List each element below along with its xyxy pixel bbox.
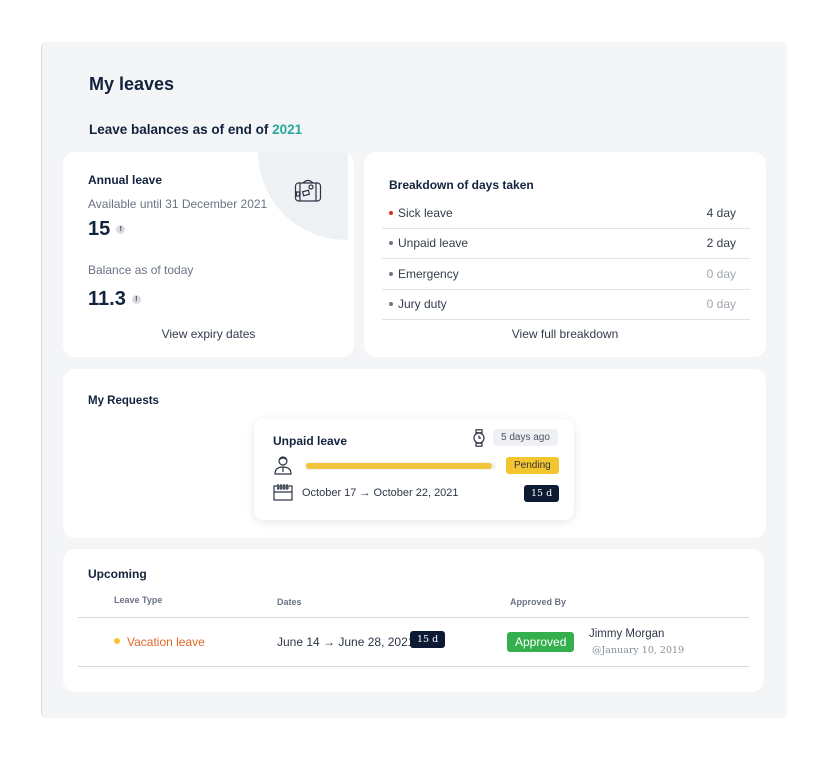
available-value: 15 (88, 218, 111, 240)
dates-cell: June 14 → June 28, 2021 (277, 635, 415, 649)
watch-icon (473, 429, 485, 447)
balance-value-row: 11.3 ! (88, 288, 141, 311)
balances-subtitle: Leave balances as of end of 2021 (89, 122, 302, 137)
available-value-row: 15 ! (88, 218, 126, 241)
my-requests-title: My Requests (88, 395, 159, 407)
time-ago-badge: 5 days ago (493, 429, 558, 446)
breakdown-label-group: Jury duty (389, 297, 447, 311)
breakdown-row: Sick leave 4 day (382, 198, 750, 229)
approved-status-badge: Approved (507, 632, 575, 652)
request-card[interactable]: Unpaid leave 5 days ago Pending October … (254, 419, 574, 520)
breakdown-label: Jury duty (398, 297, 447, 312)
breakdown-label-group: Unpaid leave (389, 236, 468, 250)
breakdown-row: Jury duty 0 day (382, 290, 750, 320)
column-header-dates: Dates (277, 597, 302, 607)
upcoming-title: Upcoming (88, 567, 147, 581)
breakdown-label: Sick leave (398, 205, 453, 220)
request-duration-badge: 15 d (524, 485, 560, 502)
column-header-approved-by: Approved By (510, 597, 567, 607)
table-header-divider (78, 617, 749, 618)
balance-value: 11.3 (88, 288, 126, 310)
breakdown-row: Unpaid leave 2 day (382, 229, 750, 259)
breakdown-value: 2 day (706, 236, 736, 251)
view-expiry-dates-link[interactable]: View expiry dates (63, 327, 354, 341)
leave-type-cell: Vacation leave (127, 635, 205, 649)
suitcase-icon (294, 179, 322, 202)
breakdown-label: Unpaid leave (398, 236, 469, 251)
breakdown-row: Emergency 0 day (382, 259, 750, 290)
request-dates: October 17 → October 22, 2021 (302, 487, 459, 499)
annual-leave-card: Annual leave Available until 31 December… (63, 152, 354, 357)
my-requests-card: My Requests Unpaid leave 5 days ago Pend… (63, 369, 766, 538)
bullet-dot (389, 302, 393, 307)
breakdown-title: Breakdown of days taken (389, 178, 534, 192)
table-row-divider (78, 666, 749, 667)
person-icon (274, 456, 292, 475)
duration-badge: 15 d (410, 631, 446, 648)
request-leave-type: Unpaid leave (273, 434, 348, 448)
subtitle-year: 2021 (272, 122, 303, 137)
bullet-dot (389, 271, 393, 276)
request-progress-fill (306, 463, 492, 469)
info-icon[interactable]: ! (131, 295, 141, 304)
approval-date: @January 10, 2019 (592, 645, 685, 656)
breakdown-label: Emergency (398, 266, 459, 281)
available-until-label: Available until 31 December 2021 (88, 197, 268, 211)
request-progress-bar (304, 462, 496, 470)
view-full-breakdown-link[interactable]: View full breakdown (364, 327, 766, 341)
upcoming-card: Upcoming Leave Type Dates Approved By Va… (63, 549, 764, 692)
bullet-dot (389, 210, 393, 215)
info-icon[interactable]: ! (116, 225, 126, 234)
calendar-icon (273, 484, 293, 501)
column-header-leave-type: Leave Type (114, 595, 163, 605)
breakdown-label-group: Emergency (389, 267, 459, 281)
vacation-dot (114, 638, 120, 644)
breakdown-label-group: Sick leave (389, 206, 453, 220)
breakdown-value: 4 day (706, 205, 736, 220)
subtitle-text: Leave balances as of end of (89, 122, 273, 137)
breakdown-list: Sick leave 4 day Unpaid leave 2 day Emergenc… (382, 198, 750, 320)
bullet-dot (389, 241, 393, 246)
my-leaves-panel: My leaves Leave balances as of end of 20… (41, 42, 787, 718)
breakdown-value: 0 day (706, 266, 736, 281)
breakdown-card: Breakdown of days taken Sick leave 4 day U… (364, 152, 766, 357)
pending-status-badge: Pending (506, 457, 559, 474)
page-title: My leaves (89, 74, 175, 94)
approver-name: Jimmy Morgan (589, 628, 665, 640)
breakdown-value: 0 day (706, 297, 736, 312)
annual-leave-title: Annual leave (88, 173, 163, 187)
balance-today-label: Balance as of today (88, 263, 194, 277)
